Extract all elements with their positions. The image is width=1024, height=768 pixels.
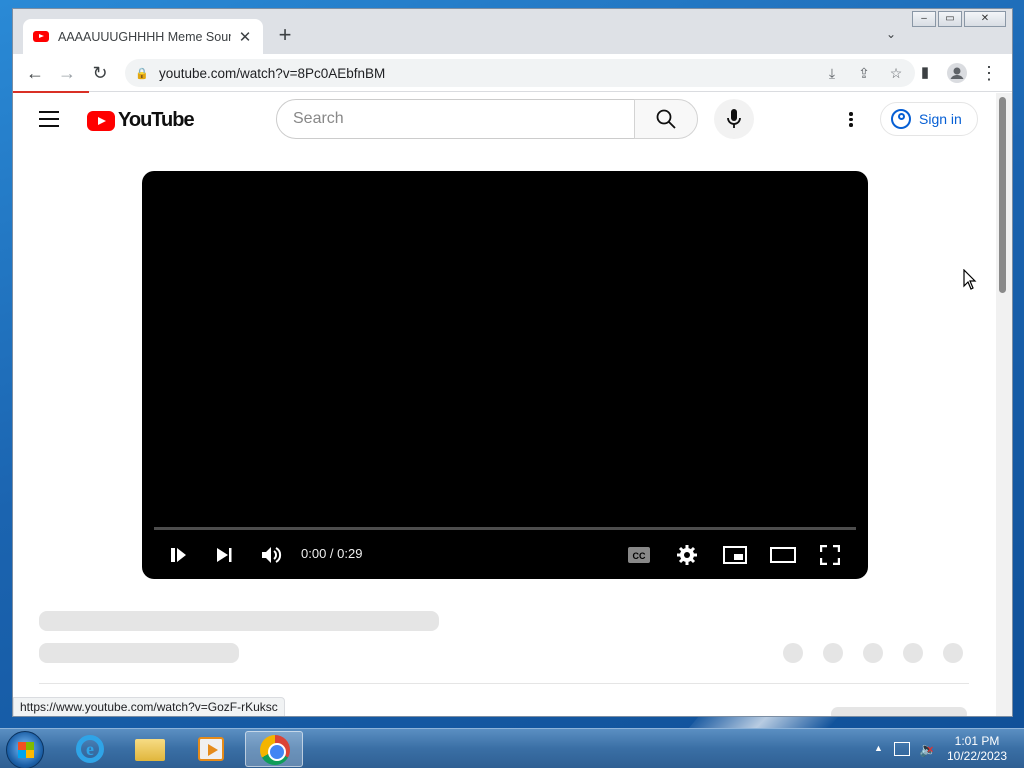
- show-hidden-icons-icon[interactable]: ▲: [874, 743, 883, 753]
- hamburger-menu-icon[interactable]: [39, 111, 59, 127]
- video-player[interactable]: 0:00 / 0:29 CC: [142, 171, 868, 579]
- install-app-icon[interactable]: ⤓: [823, 63, 841, 83]
- sign-in-label: Sign in: [919, 111, 962, 127]
- account-icon: [891, 109, 911, 129]
- subtitles-cc-icon[interactable]: CC: [628, 543, 650, 567]
- time-display: 0:00 / 0:29: [301, 546, 363, 561]
- maximize-button[interactable]: ▭: [938, 11, 962, 27]
- internet-explorer-icon: e: [76, 735, 104, 763]
- lock-icon[interactable]: 🔒: [135, 67, 149, 80]
- browser-tab[interactable]: AAAAUUUGHHHH Meme Sound ✕: [23, 19, 263, 54]
- new-tab-button[interactable]: +: [273, 24, 297, 48]
- channel-placeholder: [39, 643, 239, 663]
- tab-search-chevron-icon[interactable]: ⌄: [886, 27, 896, 41]
- bookmark-star-icon[interactable]: ☆: [887, 63, 905, 83]
- reload-icon[interactable]: ↻: [88, 61, 112, 85]
- clock-time: 1:01 PM: [954, 734, 1000, 748]
- back-arrow-icon[interactable]: ←: [23, 61, 47, 85]
- browser-menu-icon[interactable]: ⋮: [977, 61, 1001, 85]
- theater-mode-icon[interactable]: [770, 543, 796, 567]
- system-tray: ▲ 🔈 1:01 PM 10/22/2023: [864, 729, 1024, 768]
- volume-muted-icon[interactable]: 🔈: [919, 741, 936, 758]
- taskbar-chrome[interactable]: [245, 731, 303, 767]
- folder-icon: [135, 739, 165, 761]
- taskbar: e ▲ 🔈 1:01 PM 10/22/2023: [0, 728, 1024, 768]
- fullscreen-icon[interactable]: [820, 543, 840, 567]
- scrollbar-thumb[interactable]: [999, 97, 1006, 293]
- action-placeholder: [783, 643, 803, 663]
- youtube-header: YouTube Search Sign in: [13, 93, 998, 149]
- youtube-favicon-icon: [33, 31, 49, 42]
- next-video-icon[interactable]: [214, 543, 234, 567]
- sign-in-button[interactable]: Sign in: [880, 102, 978, 136]
- svg-text:CC: CC: [633, 551, 646, 561]
- browser-toolbar: ← → ↻ 🔒 youtube.com/watch?v=8Pc0AEbfnBM …: [13, 54, 1012, 92]
- mouse-cursor-icon: [963, 269, 977, 290]
- link-status-bar: https://www.youtube.com/watch?v=GozF-rKu…: [13, 697, 285, 716]
- close-tab-icon[interactable]: ✕: [237, 28, 253, 46]
- clock-date: 10/22/2023: [946, 749, 1008, 763]
- browser-window: AAAAUUUGHHHH Meme Sound ✕ + ⌄ – ▭ ✕ ← → …: [12, 8, 1013, 717]
- clock[interactable]: 1:01 PM 10/22/2023: [944, 734, 1010, 764]
- action-placeholder: [823, 643, 843, 663]
- tab-title: AAAAUUUGHHHH Meme Sound: [58, 29, 231, 44]
- taskbar-file-explorer[interactable]: [121, 731, 179, 767]
- divider: [39, 683, 969, 684]
- settings-gear-icon[interactable]: [676, 543, 698, 567]
- media-player-icon: [198, 737, 224, 761]
- action-placeholder: [943, 643, 963, 663]
- window-controls: – ▭ ✕: [910, 11, 1006, 27]
- settings-kebab-icon[interactable]: [847, 110, 855, 130]
- youtube-logo[interactable]: YouTube: [87, 109, 195, 132]
- address-bar[interactable]: 🔒 youtube.com/watch?v=8Pc0AEbfnBM ⤓ ⇪ ☆: [125, 59, 915, 87]
- page-content: YouTube Search Sign in 0:00 / 0:29 CC ht…: [13, 93, 998, 716]
- description-placeholder: [831, 707, 967, 716]
- microphone-icon: [727, 109, 741, 128]
- chrome-icon: [260, 735, 290, 765]
- page-scrollbar[interactable]: [996, 93, 1012, 716]
- tab-strip: AAAAUUUGHHHH Meme Sound ✕ + ⌄ – ▭ ✕: [13, 9, 1012, 54]
- youtube-logo-text: YouTube: [118, 109, 195, 131]
- voice-search-button[interactable]: [714, 99, 754, 139]
- volume-icon[interactable]: [260, 543, 282, 567]
- play-pause-icon[interactable]: [168, 543, 188, 567]
- youtube-play-logo-icon: [87, 110, 115, 131]
- forward-arrow-icon[interactable]: →: [55, 61, 79, 85]
- search-button[interactable]: [634, 99, 698, 139]
- taskbar-media-player[interactable]: [182, 731, 240, 767]
- profile-avatar-icon[interactable]: [945, 61, 969, 85]
- close-window-button[interactable]: ✕: [964, 11, 1006, 27]
- minimize-button[interactable]: –: [912, 11, 936, 27]
- title-placeholder: [39, 611, 439, 631]
- action-placeholder: [903, 643, 923, 663]
- miniplayer-icon[interactable]: [723, 543, 747, 567]
- url-text[interactable]: youtube.com/watch?v=8Pc0AEbfnBM: [159, 66, 385, 81]
- network-icon[interactable]: [894, 742, 910, 756]
- start-button[interactable]: [6, 731, 44, 768]
- side-panel-icon[interactable]: ▮: [913, 61, 937, 85]
- action-placeholder: [863, 643, 883, 663]
- progress-bar[interactable]: [154, 527, 856, 530]
- share-icon[interactable]: ⇪: [855, 63, 873, 83]
- search-input[interactable]: Search: [276, 99, 635, 139]
- taskbar-internet-explorer[interactable]: e: [60, 731, 118, 767]
